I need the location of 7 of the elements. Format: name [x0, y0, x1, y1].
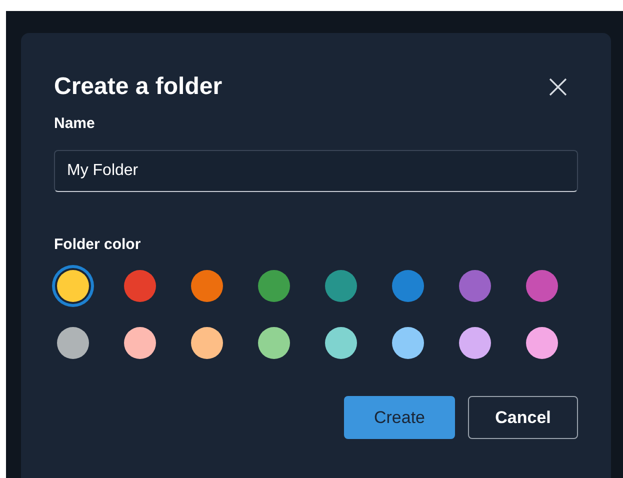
field-label: Name	[54, 114, 96, 134]
dialog-title: Create a folder	[54, 72, 222, 102]
name-field[interactable]: My Folder	[54, 150, 578, 192]
create-button[interactable]: Create	[344, 396, 455, 439]
field-label: Folder color	[54, 234, 142, 254]
close-icon[interactable]	[548, 77, 568, 97]
cancel-button[interactable]: Cancel	[468, 396, 578, 439]
